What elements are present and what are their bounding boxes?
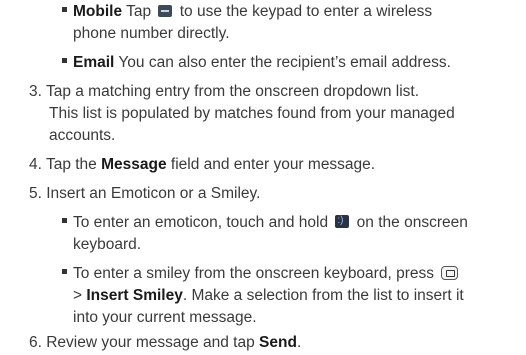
email-bullet: Email You can also enter the recipient’s…: [62, 53, 451, 72]
text-line: This list is populated by matches found …: [49, 105, 455, 122]
menu-key-icon: [441, 265, 459, 280]
text-line: > Insert Smiley. Make a selection from t…: [73, 287, 464, 304]
bullet-square: [62, 7, 67, 13]
step-3: 3. Tap a matching entry from the onscree…: [29, 83, 420, 100]
bullet-square: [62, 218, 67, 224]
emoticon-key-icon: [335, 214, 350, 229]
keypad-button-icon: [158, 4, 173, 17]
step-6: 6. Review your message and tap Send.: [29, 334, 302, 351]
bullet-square: [62, 58, 67, 64]
emoticon-bullet: To enter an emoticon, touch and hold on …: [62, 213, 468, 232]
text-line: keyboard.: [73, 236, 142, 253]
smiley-bullet: To enter a smiley from the onscreen keyb…: [62, 264, 461, 283]
bullet-square: [62, 269, 67, 275]
step-4: 4. Tap the Message field and enter your …: [29, 156, 376, 173]
mobile-bullet: Mobile Tap to use the keypad to enter a …: [62, 2, 432, 21]
text-line: accounts.: [49, 127, 116, 144]
step-5: 5. Insert an Emoticon or a Smiley.: [29, 185, 261, 202]
text-line: into your current message.: [73, 309, 257, 326]
text-line: phone number directly.: [73, 25, 230, 42]
